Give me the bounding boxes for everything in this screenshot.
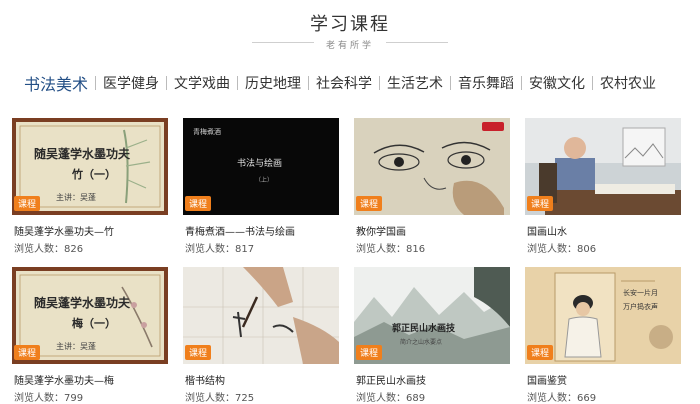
view-count: 浏览人数：816 (356, 240, 425, 255)
view-count-value: 725 (235, 393, 255, 404)
view-count: 浏览人数：826 (14, 240, 83, 255)
course-badge: 课程 (527, 345, 554, 360)
view-count-label: 浏览人数： (14, 393, 64, 404)
course-thumbnail[interactable]: 长安一片月 万户捣衣声 课程 (525, 267, 681, 364)
course-badge: 课程 (185, 345, 212, 360)
course-badge: 课程 (14, 345, 41, 360)
thumb-subtitle: 竹（一） (71, 167, 116, 181)
thumb-subtitle: 梅（一） (72, 316, 116, 330)
thumb-title: 随吴蓬学水墨功夫 (34, 295, 131, 310)
tab-life-art[interactable]: 生活艺术 (387, 73, 443, 93)
view-count: 浏览人数：689 (356, 389, 425, 404)
view-count-value: 689 (406, 393, 426, 404)
course-badge: 课程 (185, 196, 212, 211)
thumb-title: 书法与绘画 (237, 157, 282, 169)
tab-anhui-culture[interactable]: 安徽文化 (529, 73, 585, 93)
view-count-value: 669 (577, 393, 597, 404)
view-count-label: 浏览人数： (14, 244, 64, 255)
tab-divider (450, 76, 452, 90)
thumb-series: 青梅煮酒 (193, 127, 221, 136)
thumb-lecturer: 主讲：吴蓬 (56, 341, 96, 351)
tab-divider (308, 76, 310, 90)
thumb-poem-line1: 长安一片月 (623, 288, 658, 297)
thumb-subtitle: 简介之山水要点 (400, 338, 442, 346)
course-thumbnail[interactable]: 课程 (183, 267, 339, 364)
view-count-label: 浏览人数： (356, 244, 406, 255)
tab-music-dance[interactable]: 音乐舞蹈 (458, 73, 514, 93)
section-header: 学习课程 老有所学 (0, 0, 700, 60)
tab-divider (521, 76, 523, 90)
view-count-value: 826 (64, 244, 84, 255)
thumb-lecturer: 主讲：吴蓬 (56, 192, 96, 202)
category-tabs: 书法美术 医学健身 文学戏曲 历史地理 社会科学 生活艺术 音乐舞蹈 安徽文化 … (24, 70, 676, 96)
tab-history-geography[interactable]: 历史地理 (245, 73, 301, 93)
course-thumbnail[interactable]: 随吴蓬学水墨功夫 竹（一） 主讲：吴蓬 课程 (12, 118, 168, 215)
course-badge: 课程 (356, 345, 383, 360)
course-title[interactable]: 青梅煮酒——书法与绘画 (185, 223, 295, 238)
course-thumbnail[interactable]: 课程 (525, 118, 681, 215)
course-badge: 课程 (527, 196, 554, 211)
view-count-label: 浏览人数： (527, 244, 577, 255)
tab-divider (379, 76, 381, 90)
thumb-poem-line2: 万户捣衣声 (623, 302, 658, 311)
view-count: 浏览人数：817 (185, 240, 254, 255)
course-title[interactable]: 楷书结构 (185, 372, 225, 387)
course-badge: 课程 (356, 196, 383, 211)
course-title[interactable]: 随吴蓬学水墨功夫—梅 (14, 372, 114, 387)
tab-literature-opera[interactable]: 文学戏曲 (174, 73, 230, 93)
view-count-value: 799 (64, 393, 84, 404)
tab-divider (237, 76, 239, 90)
tab-calligraphy-art[interactable]: 书法美术 (24, 71, 88, 95)
course-title[interactable]: 国画山水 (527, 223, 567, 238)
tab-rural-agriculture[interactable]: 农村农业 (600, 73, 656, 93)
view-count-value: 817 (235, 244, 255, 255)
view-count: 浏览人数：799 (14, 389, 83, 404)
course-badge: 课程 (14, 196, 41, 211)
view-count-label: 浏览人数： (185, 244, 235, 255)
view-count-value: 806 (577, 244, 597, 255)
view-count: 浏览人数：669 (527, 389, 596, 404)
view-count-label: 浏览人数： (527, 393, 577, 404)
view-count-value: 816 (406, 244, 426, 255)
page-subtitle: 老有所学 (325, 41, 374, 51)
course-title[interactable]: 国画鉴赏 (527, 372, 567, 387)
thumb-subtitle: （上） (255, 176, 273, 184)
view-count: 浏览人数：725 (185, 389, 254, 404)
tab-divider (95, 76, 97, 90)
course-thumbnail[interactable]: 郭正民山水画技 简介之山水要点 课程 (354, 267, 510, 364)
view-count-label: 浏览人数： (356, 393, 406, 404)
view-count: 浏览人数：806 (527, 240, 596, 255)
course-title[interactable]: 教你学国画 (356, 223, 406, 238)
course-title[interactable]: 郭正民山水画技 (356, 372, 426, 387)
tab-social-science[interactable]: 社会科学 (316, 73, 372, 93)
tab-medicine-fitness[interactable]: 医学健身 (103, 73, 159, 93)
course-thumbnail[interactable]: 课程 (354, 118, 510, 215)
view-count-label: 浏览人数： (185, 393, 235, 404)
page-title: 学习课程 (310, 14, 390, 35)
thumb-title: 随吴蓬学水墨功夫 (34, 146, 131, 161)
tab-divider (166, 76, 168, 90)
course-title[interactable]: 随吴蓬学水墨功夫—竹 (14, 223, 114, 238)
thumb-title: 郭正民山水画技 (392, 322, 456, 334)
course-thumbnail[interactable]: 青梅煮酒 书法与绘画 （上） 课程 (183, 118, 339, 215)
course-thumbnail[interactable]: 随吴蓬学水墨功夫 梅（一） 主讲：吴蓬 课程 (12, 267, 168, 364)
tab-divider (592, 76, 594, 90)
